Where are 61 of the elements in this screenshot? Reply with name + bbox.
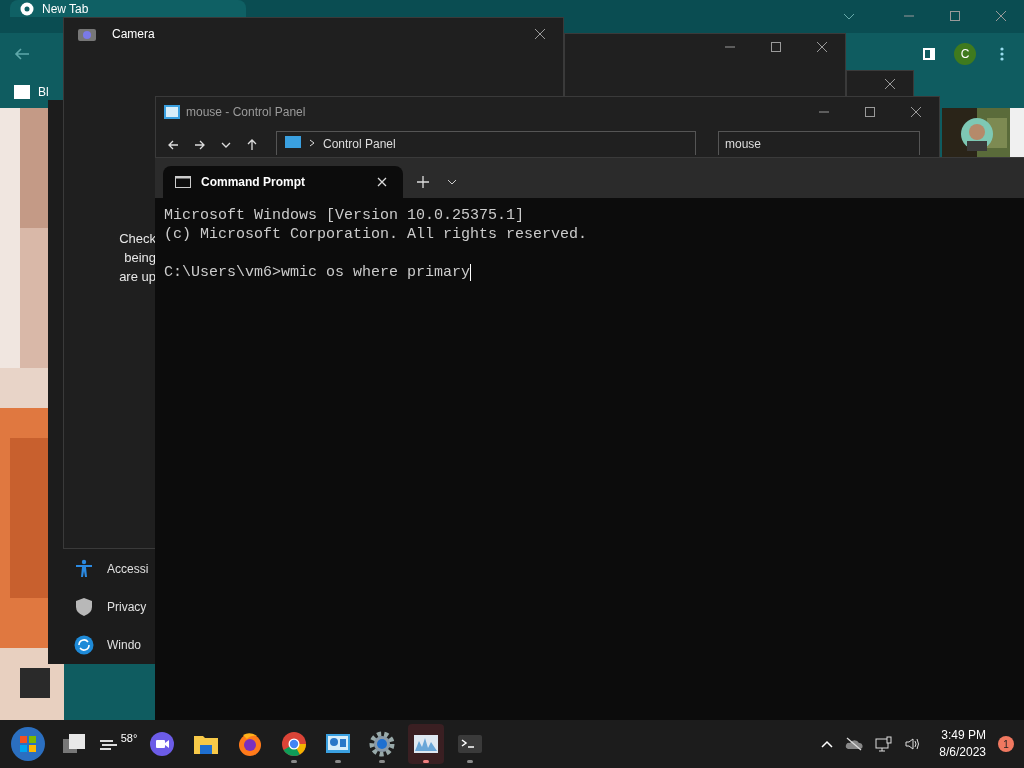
firefox-icon[interactable] <box>237 731 263 757</box>
network-icon[interactable] <box>875 736 894 752</box>
date: 8/6/2023 <box>939 744 986 761</box>
speaker-icon[interactable] <box>905 737 922 751</box>
chevron-down-icon[interactable] <box>447 177 457 187</box>
console-line: Microsoft Windows [Version 10.0.25375.1] <box>164 206 526 225</box>
clock[interactable]: 3:49 PM 8/6/2023 <box>939 727 986 761</box>
plus-icon[interactable] <box>417 176 429 188</box>
search-value: mouse <box>725 136 763 153</box>
tab-title: Command Prompt <box>201 174 305 191</box>
settings-nav-item[interactable]: Windo <box>48 626 155 664</box>
command-line[interactable]: C:\Users\vm6>wmic os where primary <box>164 263 471 282</box>
more-menu-icon[interactable] <box>1000 47 1004 61</box>
running-indicator <box>379 760 385 763</box>
notification-badge[interactable]: 1 <box>998 736 1014 752</box>
terminal-tab[interactable]: Command Prompt <box>163 166 403 198</box>
forward-arrow-icon[interactable] <box>194 139 206 151</box>
close-icon[interactable] <box>377 177 387 187</box>
settings-nav-item[interactable]: Privacy <box>48 588 155 626</box>
window-title: mouse - Control Panel <box>186 104 306 121</box>
scrollbar-track <box>1010 108 1024 158</box>
camera-message-line: Check <box>119 230 156 248</box>
terminal-icon <box>175 176 191 188</box>
control-panel-icon <box>285 136 301 148</box>
sidebar-icon[interactable] <box>922 47 936 61</box>
chrome-icon <box>20 1 34 16</box>
running-indicator <box>335 760 341 763</box>
chevron-up-icon[interactable] <box>821 740 834 748</box>
address-text: Control Panel <box>323 136 396 153</box>
back-arrow-icon[interactable] <box>168 139 180 151</box>
text-cursor <box>470 264 472 281</box>
video-camera-icon[interactable] <box>149 731 175 757</box>
running-indicator <box>423 760 429 763</box>
shield-icon <box>74 597 94 617</box>
settings-nav-item[interactable]: Accessi <box>48 550 155 588</box>
temperature: 58° <box>120 731 138 746</box>
start-button[interactable] <box>10 726 46 762</box>
running-indicator <box>291 760 297 763</box>
browser-tab[interactable]: New Tab <box>10 0 246 17</box>
taskbar-item[interactable] <box>408 724 444 764</box>
search-field[interactable]: mouse <box>718 131 920 155</box>
person-icon <box>74 559 94 579</box>
window-title: Camera <box>112 26 155 43</box>
camera-icon <box>78 27 96 41</box>
address-bar[interactable]: Control Panel <box>276 131 696 155</box>
bookmark-link[interactable]: Bl <box>38 82 49 101</box>
camera-message-line: are up <box>119 268 156 286</box>
cloud-off-icon[interactable] <box>845 737 864 751</box>
control-panel-icon <box>164 105 180 119</box>
running-indicator <box>467 760 473 763</box>
time: 3:49 PM <box>941 727 986 744</box>
camera-message-line: being <box>124 249 156 267</box>
chrome-icon[interactable] <box>281 731 307 757</box>
sync-icon <box>74 635 94 655</box>
up-arrow-icon[interactable] <box>246 139 258 151</box>
gear-icon[interactable] <box>369 731 395 757</box>
chevron-right-icon <box>309 139 315 147</box>
console-line: (c) Microsoft Corporation. All rights reserved. <box>164 225 589 244</box>
tab-title: New Tab <box>42 0 89 18</box>
profile-avatar[interactable]: C <box>954 43 976 65</box>
taskbar-item[interactable]: 58° <box>100 724 136 764</box>
